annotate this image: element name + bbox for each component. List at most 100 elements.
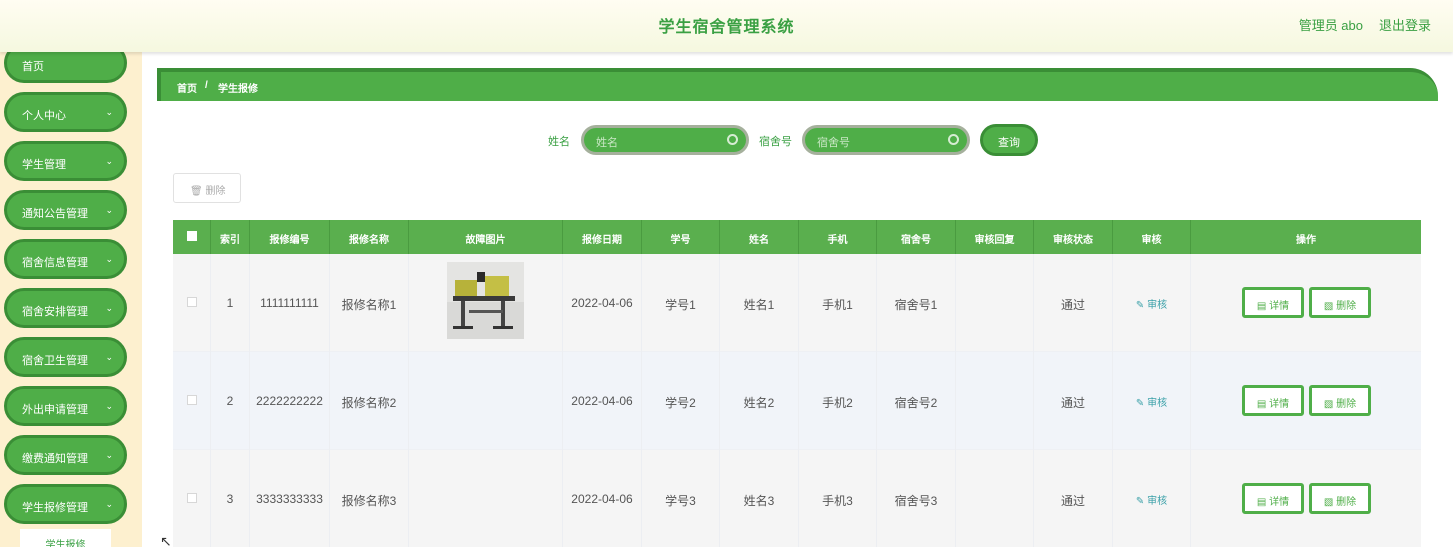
header-dorm: 宿舍号: [877, 220, 956, 254]
sidebar-item-notice-management[interactable]: 通知公告管理 ⌄: [4, 190, 127, 230]
cell-repair-date: 2022-04-06: [563, 450, 642, 547]
cell-audit-status: 通过: [1034, 352, 1113, 450]
sidebar-item-outing-application-management[interactable]: 外出申请管理 ⌄: [4, 386, 127, 426]
sidebar-item-label: 宿舍安排管理: [22, 306, 88, 318]
cell-phone: 手机2: [799, 352, 877, 450]
sidebar-item-student-management[interactable]: 学生管理 ⌄: [4, 141, 127, 181]
header-student-no: 学号: [642, 220, 720, 254]
detail-button[interactable]: ▤ 详情: [1242, 385, 1304, 416]
cell-audit: ✎ 审核: [1113, 352, 1191, 450]
table-row: 2 2222222222 报修名称2 2022-04-06 学号2 姓名2 手机…: [173, 352, 1421, 450]
trash-icon: ▧: [1323, 301, 1334, 312]
row-select-cell[interactable]: [173, 254, 211, 352]
document-icon: ▤: [1256, 301, 1267, 312]
audit-link[interactable]: ✎ 审核: [1136, 300, 1167, 311]
table-header: 索引 报修编号 报修名称 故障图片 报修日期 学号 姓名 手机 宿舍号 审核回复…: [173, 220, 1421, 254]
cell-student-name: 姓名1: [720, 254, 799, 352]
detail-button[interactable]: ▤ 详情: [1242, 287, 1304, 318]
cell-repair-date: 2022-04-06: [563, 254, 642, 352]
cell-audit-status: 通过: [1034, 254, 1113, 352]
dorm-search-input[interactable]: 宿舍号: [802, 125, 970, 155]
fault-image[interactable]: [447, 262, 524, 339]
header-student-name: 姓名: [720, 220, 799, 254]
sidebar-item-personal-center[interactable]: 个人中心 ⌄: [4, 92, 127, 132]
header-phone: 手机: [799, 220, 877, 254]
row-checkbox[interactable]: [186, 395, 197, 405]
row-checkbox[interactable]: [186, 493, 197, 503]
header-index: 索引: [211, 220, 250, 254]
audit-link[interactable]: ✎ 审核: [1136, 496, 1167, 507]
table-row: 3 3333333333 报修名称3 2022-04-06 学号3 姓名3 手机…: [173, 450, 1421, 547]
batch-delete-button[interactable]: 🗑 删除: [173, 173, 241, 203]
name-search-placeholder: 姓名: [596, 137, 618, 149]
breadcrumb-separator: /: [205, 80, 208, 91]
cell-fault-image: [409, 450, 563, 547]
audit-link-label: 审核: [1147, 496, 1168, 507]
batch-delete-label: 删除: [205, 186, 226, 197]
audit-link[interactable]: ✎ 审核: [1136, 398, 1167, 409]
cell-actions: ▤ 详情 ▧ 删除: [1191, 352, 1421, 450]
cell-repair-code: 2222222222: [250, 352, 330, 450]
table-body: 1 1111111111 报修名称1 2022-04-06 学号1 姓名1 手机…: [173, 254, 1421, 547]
sidebar-item-payment-notice-management[interactable]: 缴费通知管理 ⌄: [4, 435, 127, 475]
cell-student-no: 学号3: [642, 450, 720, 547]
cell-student-no: 学号1: [642, 254, 720, 352]
mouse-cursor-icon: ↖: [160, 533, 172, 547]
header-repair-name: 报修名称: [330, 220, 409, 254]
row-select-cell[interactable]: [173, 352, 211, 450]
edit-icon: ✎: [1135, 300, 1145, 311]
detail-button-label: 详情: [1269, 399, 1290, 410]
select-all-cell[interactable]: [173, 220, 211, 254]
sidebar-item-dorm-arrangement-management[interactable]: 宿舍安排管理 ⌄: [4, 288, 127, 328]
header-actions: 操作: [1296, 235, 1316, 246]
sidebar-item-label: 宿舍卫生管理: [22, 355, 88, 367]
current-user: 管理员 abo: [1298, 18, 1363, 33]
cell-phone: 手机1: [799, 254, 877, 352]
audit-link-label: 审核: [1147, 300, 1168, 311]
row-delete-label: 删除: [1336, 497, 1357, 508]
cell-dorm: 宿舍号1: [877, 254, 956, 352]
row-delete-button[interactable]: ▧ 删除: [1309, 385, 1371, 416]
select-all-checkbox[interactable]: [186, 231, 197, 241]
cell-repair-name: 报修名称1: [330, 254, 409, 352]
chevron-down-icon: ⌄: [105, 352, 113, 362]
name-search-input[interactable]: 姓名: [581, 125, 749, 155]
sidebar-item-label: 通知公告管理: [22, 208, 88, 220]
cell-audit-status: 通过: [1034, 450, 1113, 547]
trash-icon: ▧: [1323, 497, 1334, 508]
sidebar-item-label: 外出申请管理: [22, 404, 88, 416]
sidebar-item-home[interactable]: 首页: [4, 52, 127, 83]
cell-audit-reply: [956, 352, 1034, 450]
row-delete-button[interactable]: ▧ 删除: [1309, 483, 1371, 514]
sidebar-item-label: 学生报修管理: [22, 502, 88, 514]
sidebar-item-repair-management[interactable]: 学生报修管理 ⌄: [4, 484, 127, 524]
sidebar-item-label: 宿舍信息管理: [22, 257, 88, 269]
chevron-down-icon: ⌄: [105, 205, 113, 215]
sidebar-subitem-student-repair[interactable]: 学生报修: [20, 529, 111, 547]
chevron-down-icon: ⌄: [105, 156, 113, 166]
query-button[interactable]: 查询: [980, 124, 1038, 156]
dorm-search-placeholder: 宿舍号: [817, 137, 850, 149]
cell-repair-code: 3333333333: [250, 450, 330, 547]
detail-button[interactable]: ▤ 详情: [1242, 483, 1304, 514]
cell-audit: ✎ 审核: [1113, 450, 1191, 547]
cell-index: 1: [211, 254, 250, 352]
edit-icon: ✎: [1135, 398, 1145, 409]
sidebar-item-dorm-hygiene-management[interactable]: 宿舍卫生管理 ⌄: [4, 337, 127, 377]
header-fault-image: 故障图片: [409, 220, 563, 254]
cell-index: 3: [211, 450, 250, 547]
trash-icon: ▧: [1323, 399, 1334, 410]
breadcrumb-home[interactable]: 首页: [177, 80, 197, 95]
trash-icon: 🗑: [190, 186, 203, 197]
row-delete-button[interactable]: ▧ 删除: [1309, 287, 1371, 318]
row-checkbox[interactable]: [186, 297, 197, 307]
search-icon: [727, 134, 738, 145]
logout-link[interactable]: 退出登录: [1379, 15, 1431, 34]
cell-student-no: 学号2: [642, 352, 720, 450]
sidebar-item-dorm-info-management[interactable]: 宿舍信息管理 ⌄: [4, 239, 127, 279]
sidebar-item-label: 缴费通知管理: [22, 453, 88, 465]
desk-photo: [447, 262, 524, 339]
name-search-label: 姓名: [548, 136, 570, 148]
cell-fault-image: [409, 352, 563, 450]
row-select-cell[interactable]: [173, 450, 211, 547]
